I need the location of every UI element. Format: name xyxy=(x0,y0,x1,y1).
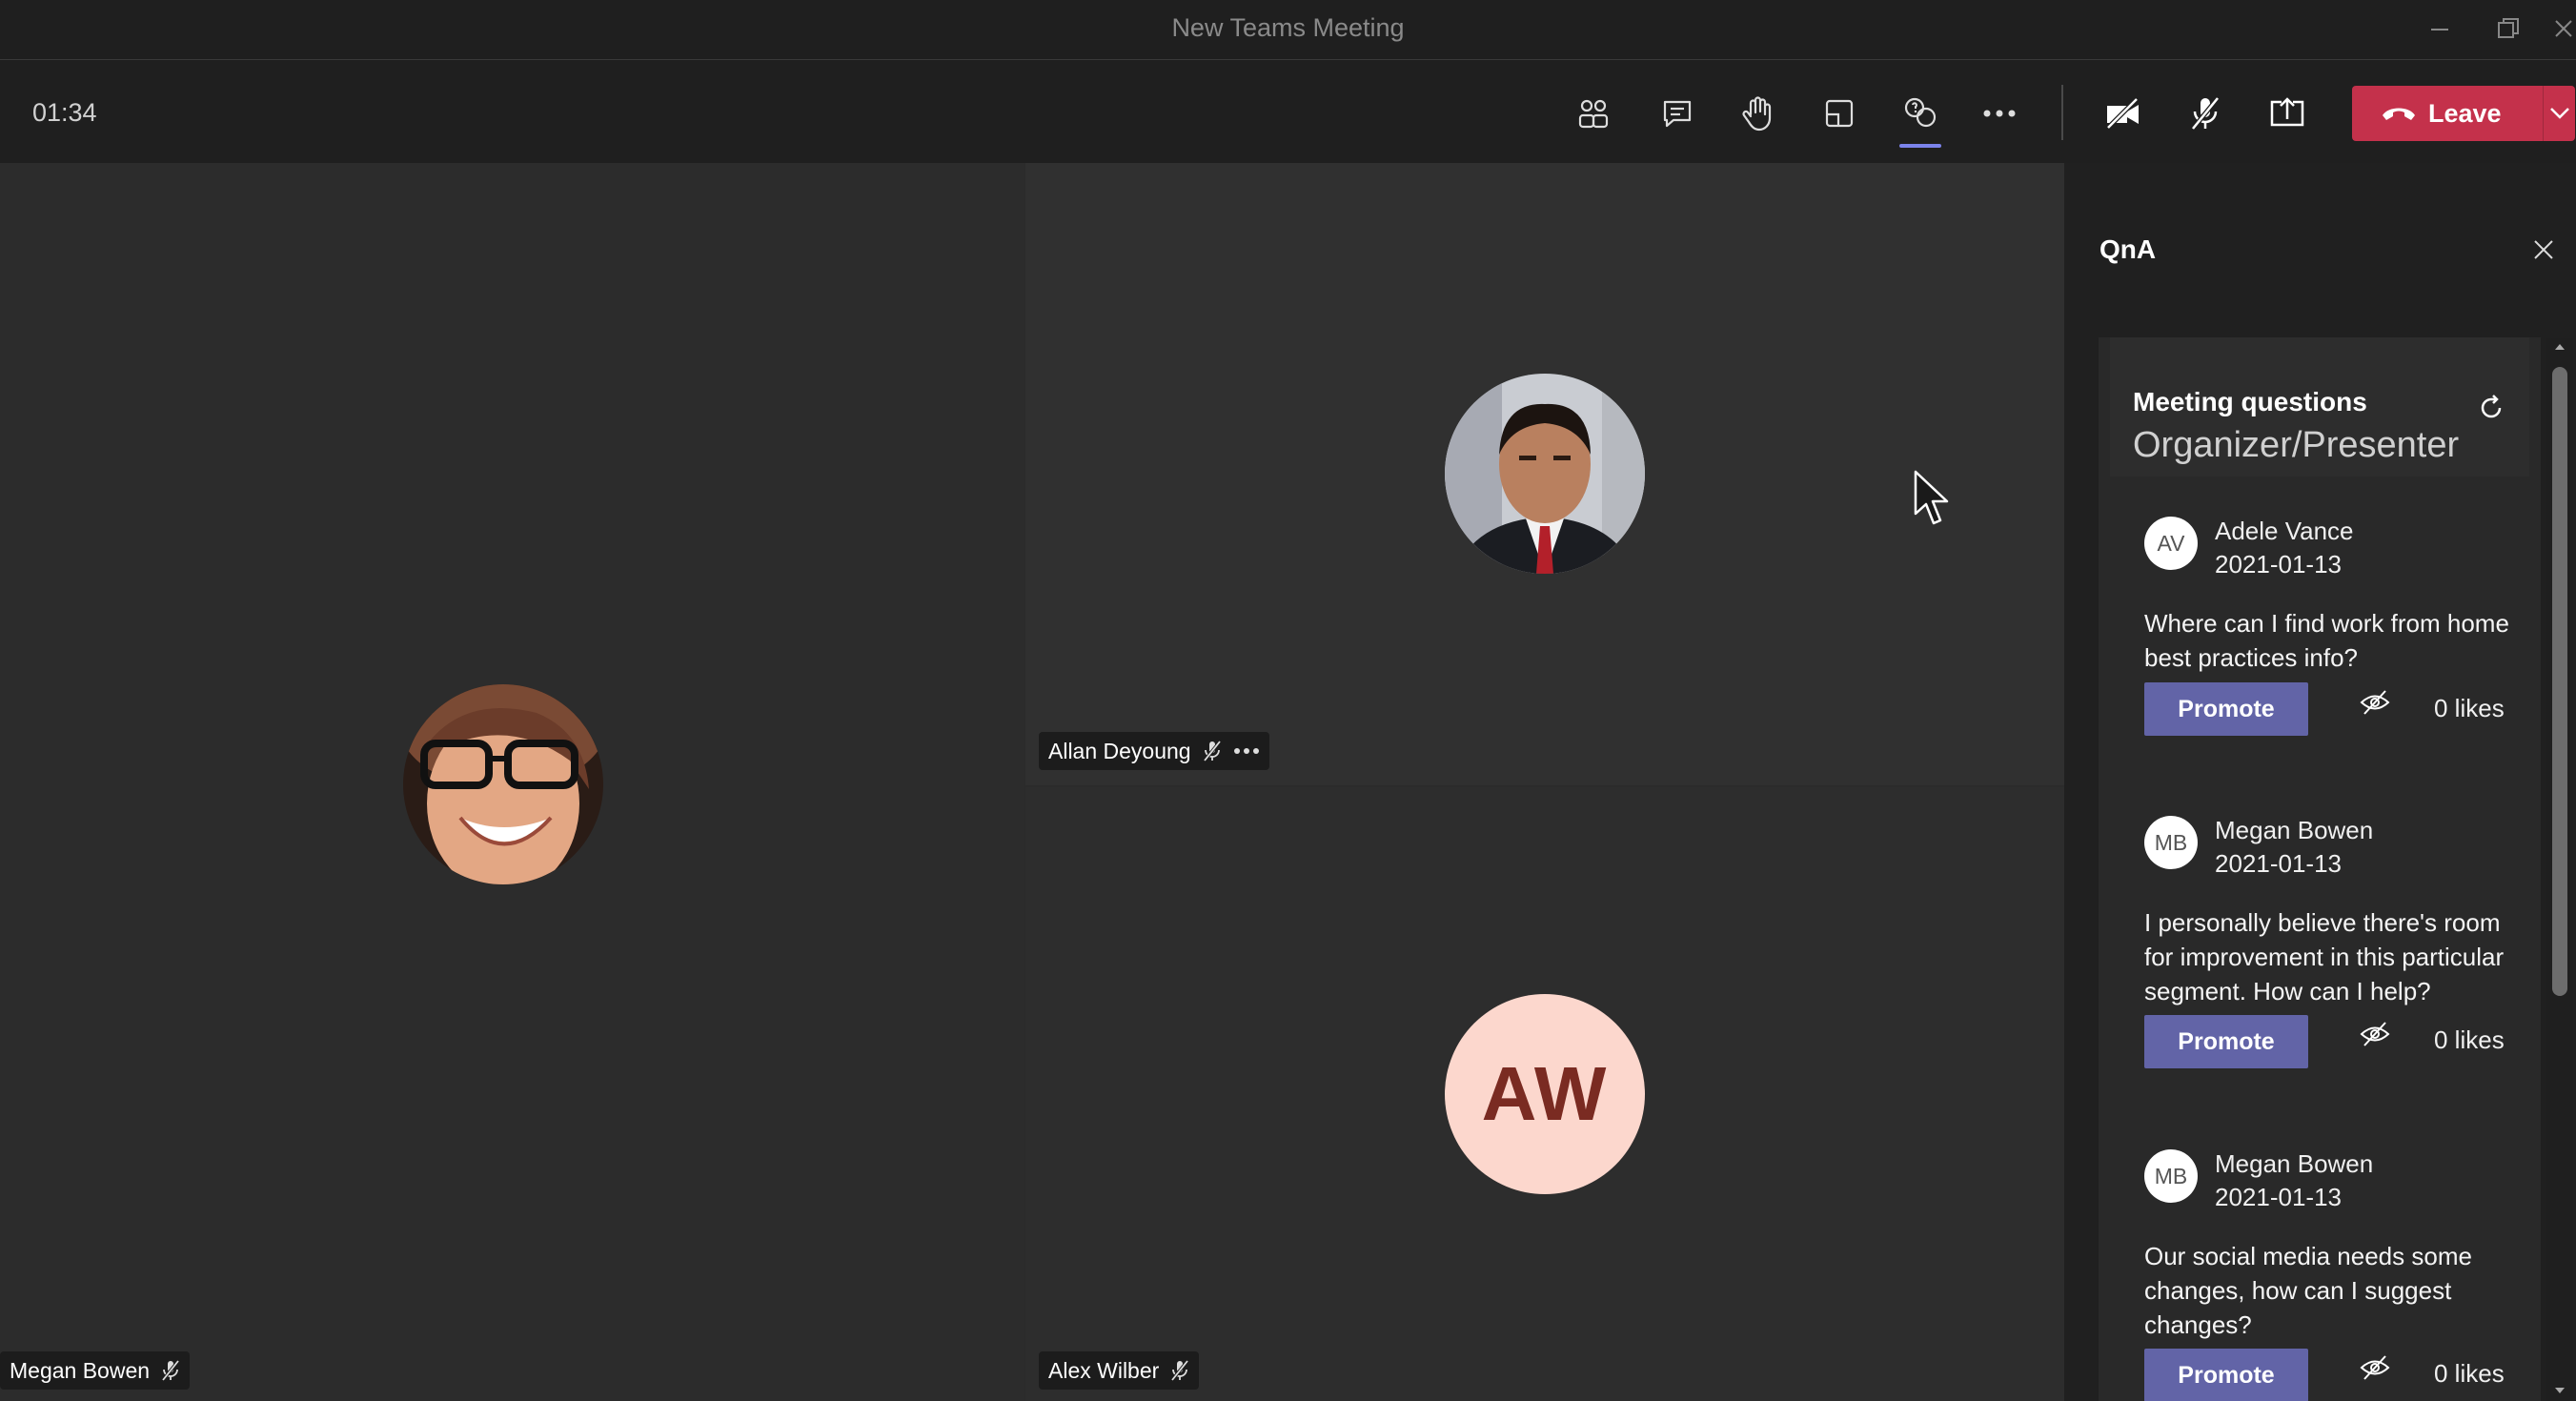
hide-question-button[interactable] xyxy=(2358,1350,2392,1385)
scroll-down-arrow[interactable] xyxy=(2553,1384,2566,1397)
participant-name-chip: Megan Bowen xyxy=(0,1351,191,1390)
participant-name-chip: Alex Wilber xyxy=(1039,1351,1200,1390)
participant-name-chip: Allan Deyoung xyxy=(1039,732,1269,770)
hide-question-button[interactable] xyxy=(2358,685,2392,720)
question-author: Adele Vance xyxy=(2215,517,2354,545)
question-text: Where can I find work from home best pra… xyxy=(2144,609,2509,672)
promote-button[interactable]: Promote xyxy=(2144,1349,2308,1401)
mouse-cursor-icon xyxy=(1914,470,1949,525)
phone-hangup-icon xyxy=(2383,108,2415,120)
qna-app-icon xyxy=(1904,97,1937,128)
likes-count: 0 likes xyxy=(2434,1025,2505,1054)
section-subtitle: Organizer/Presenter xyxy=(2133,425,2460,465)
qna-panel: QnA Meeting questions Organizer/Presente… xyxy=(2064,163,2576,1401)
leave-options-button[interactable] xyxy=(2544,107,2575,120)
qna-section-header: Meeting questions Organizer/Presenter xyxy=(2110,337,2529,477)
participant-tile-megan[interactable]: Megan Bowen xyxy=(0,163,1024,1401)
close-window-button[interactable] xyxy=(2545,10,2576,48)
question-text: I personally believe there's room for im… xyxy=(2144,908,2505,1005)
question-author: Megan Bowen xyxy=(2215,816,2374,844)
avatar: AV xyxy=(2144,517,2198,570)
mic-off-icon xyxy=(161,1359,180,1382)
participants-button[interactable] xyxy=(1565,85,1622,142)
participant-tile-allan[interactable]: Allan Deyoung xyxy=(1025,163,2064,785)
panel-title: QnA xyxy=(2099,234,2157,264)
avatar: MB xyxy=(2144,816,2198,869)
share-screen-icon xyxy=(2270,97,2304,127)
more-options-icon xyxy=(1983,110,2016,117)
breakout-rooms-button[interactable] xyxy=(1811,85,1868,142)
more-options-button[interactable] xyxy=(1971,85,2028,142)
title-bar: New Teams Meeting xyxy=(0,0,2576,60)
scrollbar-thumb[interactable] xyxy=(2552,367,2567,996)
question-date: 2021-01-13 xyxy=(2215,1183,2342,1211)
toolbar-divider xyxy=(2061,85,2063,140)
promote-button[interactable]: Promote xyxy=(2144,1015,2308,1068)
camera-off-icon xyxy=(2106,97,2139,130)
close-icon xyxy=(2555,20,2572,37)
window-title: New Teams Meeting xyxy=(1171,13,1405,42)
chat-icon xyxy=(1663,100,1692,128)
participant-name: Allan Deyoung xyxy=(1048,738,1191,763)
rooms-icon xyxy=(1825,99,1854,128)
video-stage: Megan Bowen Allan Deyoung AW Alex Wilber xyxy=(0,163,2064,1401)
share-screen-button[interactable] xyxy=(2259,85,2316,142)
people-icon xyxy=(1578,99,1609,129)
avatar xyxy=(1445,374,1645,574)
mic-toggle-button[interactable] xyxy=(2177,85,2234,142)
camera-toggle-button[interactable] xyxy=(2095,85,2152,142)
scroll-up-arrow[interactable] xyxy=(2553,340,2566,354)
refresh-icon xyxy=(2481,395,2502,418)
minimize-button[interactable] xyxy=(2421,10,2459,48)
mic-off-icon xyxy=(2191,96,2220,131)
question-author: Megan Bowen xyxy=(2215,1149,2374,1178)
qna-content[interactable]: Meeting questions Organizer/Presenter AV… xyxy=(2099,337,2541,1401)
participant-more-button[interactable] xyxy=(1233,747,1260,755)
raise-hand-icon xyxy=(1742,96,1772,132)
participant-initials-avatar: AW xyxy=(1445,994,1645,1194)
question-text: Our social media needs some changes, how… xyxy=(2144,1242,2472,1339)
meeting-toolbar: 01:34 Leave xyxy=(0,60,2576,163)
mic-off-icon xyxy=(1203,740,1221,762)
more-options-icon xyxy=(1233,748,1259,754)
participant-avatar-photo xyxy=(1445,374,1645,574)
participant-avatar-photo xyxy=(403,684,603,884)
question-date: 2021-01-13 xyxy=(2215,849,2342,878)
avatar: MB xyxy=(2144,1149,2198,1203)
qna-scrollbar[interactable] xyxy=(2546,338,2573,1401)
eye-off-icon xyxy=(2360,690,2390,715)
avatar xyxy=(403,684,603,884)
eye-off-icon xyxy=(2360,1022,2390,1046)
eye-off-icon xyxy=(2360,1355,2390,1380)
leave-label: Leave xyxy=(2428,98,2502,128)
hide-question-button[interactable] xyxy=(2358,1017,2392,1051)
promote-button[interactable]: Promote xyxy=(2144,682,2308,736)
call-timer: 01:34 xyxy=(32,98,97,127)
arrow-up-icon xyxy=(2555,344,2565,350)
participant-tile-alex[interactable]: AW Alex Wilber xyxy=(1025,787,2064,1401)
minimize-icon xyxy=(2431,29,2448,30)
restore-icon xyxy=(2498,18,2519,38)
likes-count: 0 likes xyxy=(2434,1359,2505,1388)
section-title: Meeting questions xyxy=(2133,387,2367,416)
close-panel-button[interactable] xyxy=(2529,235,2558,264)
close-icon xyxy=(2534,240,2553,259)
leave-call-group: Leave xyxy=(2352,86,2575,141)
leave-button[interactable]: Leave xyxy=(2352,99,2543,129)
question-date: 2021-01-13 xyxy=(2215,550,2342,579)
chevron-down-icon xyxy=(2549,108,2569,119)
restore-button[interactable] xyxy=(2489,10,2527,48)
arrow-down-icon xyxy=(2555,1388,2565,1393)
raise-hand-button[interactable] xyxy=(1729,85,1786,142)
refresh-button[interactable] xyxy=(2474,391,2508,425)
qna-app-button[interactable] xyxy=(1892,85,1949,148)
participant-name: Alex Wilber xyxy=(1048,1357,1160,1383)
chat-button[interactable] xyxy=(1649,85,1706,142)
mic-off-icon xyxy=(1170,1359,1189,1382)
participant-name: Megan Bowen xyxy=(10,1357,151,1383)
likes-count: 0 likes xyxy=(2434,694,2505,722)
